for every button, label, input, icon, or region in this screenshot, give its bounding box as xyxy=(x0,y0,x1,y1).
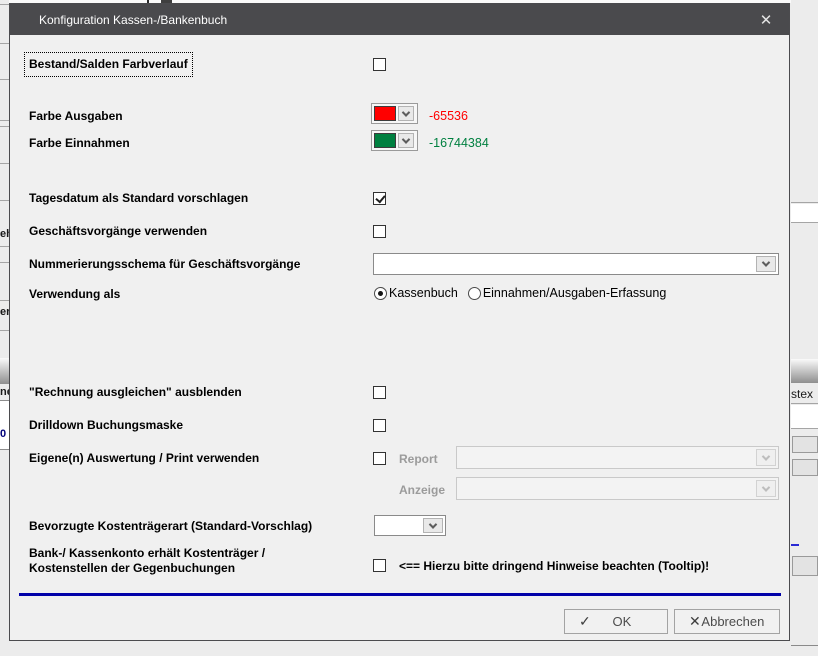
usage-radio-kassenbuch[interactable] xyxy=(374,287,387,300)
usage-radio-einnahmen-ausgaben[interactable] xyxy=(468,287,481,300)
expenses-color-value: -65536 xyxy=(429,109,468,123)
drilldown-label: Drilldown Buchungsmaske xyxy=(29,418,183,432)
anzeige-label: Anzeige xyxy=(399,483,445,497)
income-color-value: -16744384 xyxy=(429,136,489,150)
numbering-scheme-dropdown-button[interactable] xyxy=(756,256,776,272)
dialog-titlebar[interactable]: Konfiguration Kassen-/Bankenbuch ✕ xyxy=(10,4,789,35)
today-default-label: Tagesdatum als Standard vorschlagen xyxy=(29,191,248,205)
chevron-down-icon xyxy=(762,258,770,266)
background-line xyxy=(0,262,9,263)
income-color-picker[interactable] xyxy=(371,130,418,151)
counter-bookings-label-line2: Kostenstellen der Gegenbuchungen xyxy=(29,561,235,575)
background-line xyxy=(791,428,818,429)
background-line xyxy=(0,163,9,164)
drilldown-checkbox[interactable] xyxy=(373,419,386,432)
dialog-body: Bestand/Salden Farbverlauf Farbe Ausgabe… xyxy=(10,35,789,640)
ok-button[interactable]: ✓ OK xyxy=(564,609,668,634)
numbering-scheme-label: Nummerierungsschema für Geschäftsvorgäng… xyxy=(29,257,300,271)
chevron-down-icon xyxy=(429,520,437,528)
report-label: Report xyxy=(399,452,438,466)
separator-line xyxy=(19,593,781,596)
usage-label: Verwendung als xyxy=(29,287,120,301)
background-gradient-band xyxy=(791,359,818,383)
background-button-fragment xyxy=(792,436,818,453)
background-blue-dash xyxy=(791,544,799,546)
anzeige-dropdown-button[interactable] xyxy=(756,480,776,497)
close-icon: ✕ xyxy=(760,11,773,29)
background-text-fragment: 0 xyxy=(0,428,9,440)
background-line xyxy=(0,43,9,44)
check-icon: ✓ xyxy=(579,613,591,630)
report-dropdown-button[interactable] xyxy=(756,449,776,466)
background-line xyxy=(0,4,9,5)
gradient-label-focusbox: Bestand/Salden Farbverlauf xyxy=(24,52,193,77)
cancel-button[interactable]: ✕ Abbrechen xyxy=(674,609,780,634)
background-white-row xyxy=(791,204,818,222)
expenses-color-swatch xyxy=(374,106,396,121)
background-text-fragment: ne xyxy=(0,386,9,398)
chevron-down-icon xyxy=(762,452,770,460)
background-line xyxy=(0,246,9,247)
preferred-cost-type-dropdown-button[interactable] xyxy=(423,518,443,533)
income-color-swatch xyxy=(374,133,396,148)
expenses-color-label: Farbe Ausgaben xyxy=(29,109,123,123)
background-white-row xyxy=(0,400,9,450)
report-select[interactable] xyxy=(456,446,779,469)
dialog-title: Konfiguration Kassen-/Bankenbuch xyxy=(39,13,227,27)
usage-radio-einnahmen-ausgaben-label[interactable]: Einnahmen/Ausgaben-Erfassung xyxy=(483,286,666,300)
background-line xyxy=(0,79,9,80)
chevron-down-icon xyxy=(402,108,410,116)
usage-radio-group: Kassenbuch Einnahmen/Ausgaben-Erfassung xyxy=(374,286,676,300)
background-button-fragment xyxy=(792,556,818,576)
background-line xyxy=(0,200,9,201)
preferred-cost-type-select[interactable] xyxy=(374,515,446,536)
custom-report-checkbox[interactable] xyxy=(373,452,386,465)
background-text-fragment: eh xyxy=(0,228,9,240)
x-icon: ✕ xyxy=(689,613,701,630)
expenses-color-dropdown-button[interactable] xyxy=(398,106,414,121)
hide-settle-invoice-checkbox[interactable] xyxy=(373,386,386,399)
counter-bookings-hint: <== Hierzu bitte dringend Hinweise beach… xyxy=(399,559,709,573)
numbering-scheme-select[interactable] xyxy=(373,253,779,275)
background-text-fragment: stex xyxy=(791,387,818,401)
custom-report-label: Eigene(n) Auswertung / Print verwenden xyxy=(29,451,259,465)
preferred-cost-type-label: Bevorzugte Kostenträgerart (Standard-Vor… xyxy=(29,519,312,533)
income-color-label: Farbe Einnahmen xyxy=(29,136,130,150)
background-line xyxy=(0,120,9,121)
counter-bookings-label-line1: Bank-/ Kassenkonto erhält Kostenträger / xyxy=(29,546,265,560)
cancel-button-label: Abbrechen xyxy=(701,614,765,629)
anzeige-select[interactable] xyxy=(456,477,779,500)
expenses-color-picker[interactable] xyxy=(371,103,418,124)
chevron-down-icon xyxy=(402,135,410,143)
background-line xyxy=(0,126,9,127)
usage-radio-kassenbuch-label[interactable]: Kassenbuch xyxy=(389,286,458,300)
chevron-down-icon xyxy=(762,483,770,491)
background-white-row xyxy=(791,405,818,428)
gradient-label: Bestand/Salden Farbverlauf xyxy=(29,57,188,71)
business-transactions-label: Geschäftsvorgänge verwenden xyxy=(29,224,207,238)
background-line xyxy=(791,222,818,223)
background-button-fragment xyxy=(792,459,818,476)
background-gradient-band xyxy=(0,358,9,384)
hide-settle-invoice-label: "Rechnung ausgleichen" ausblenden xyxy=(29,385,242,399)
ok-button-label: OK xyxy=(591,614,653,629)
background-text-fragment: ern xyxy=(0,306,9,318)
background-line xyxy=(0,300,9,301)
business-transactions-checkbox[interactable] xyxy=(373,225,386,238)
income-color-dropdown-button[interactable] xyxy=(398,133,414,148)
counter-bookings-checkbox[interactable] xyxy=(373,559,386,572)
background-line xyxy=(791,403,818,404)
background-line xyxy=(791,202,818,203)
today-default-checkbox[interactable] xyxy=(373,192,386,205)
close-button[interactable]: ✕ xyxy=(743,4,789,35)
config-dialog: Konfiguration Kassen-/Bankenbuch ✕ Besta… xyxy=(9,3,790,641)
gradient-checkbox[interactable] xyxy=(373,58,386,71)
background-line xyxy=(791,645,818,646)
background-line xyxy=(0,330,9,331)
